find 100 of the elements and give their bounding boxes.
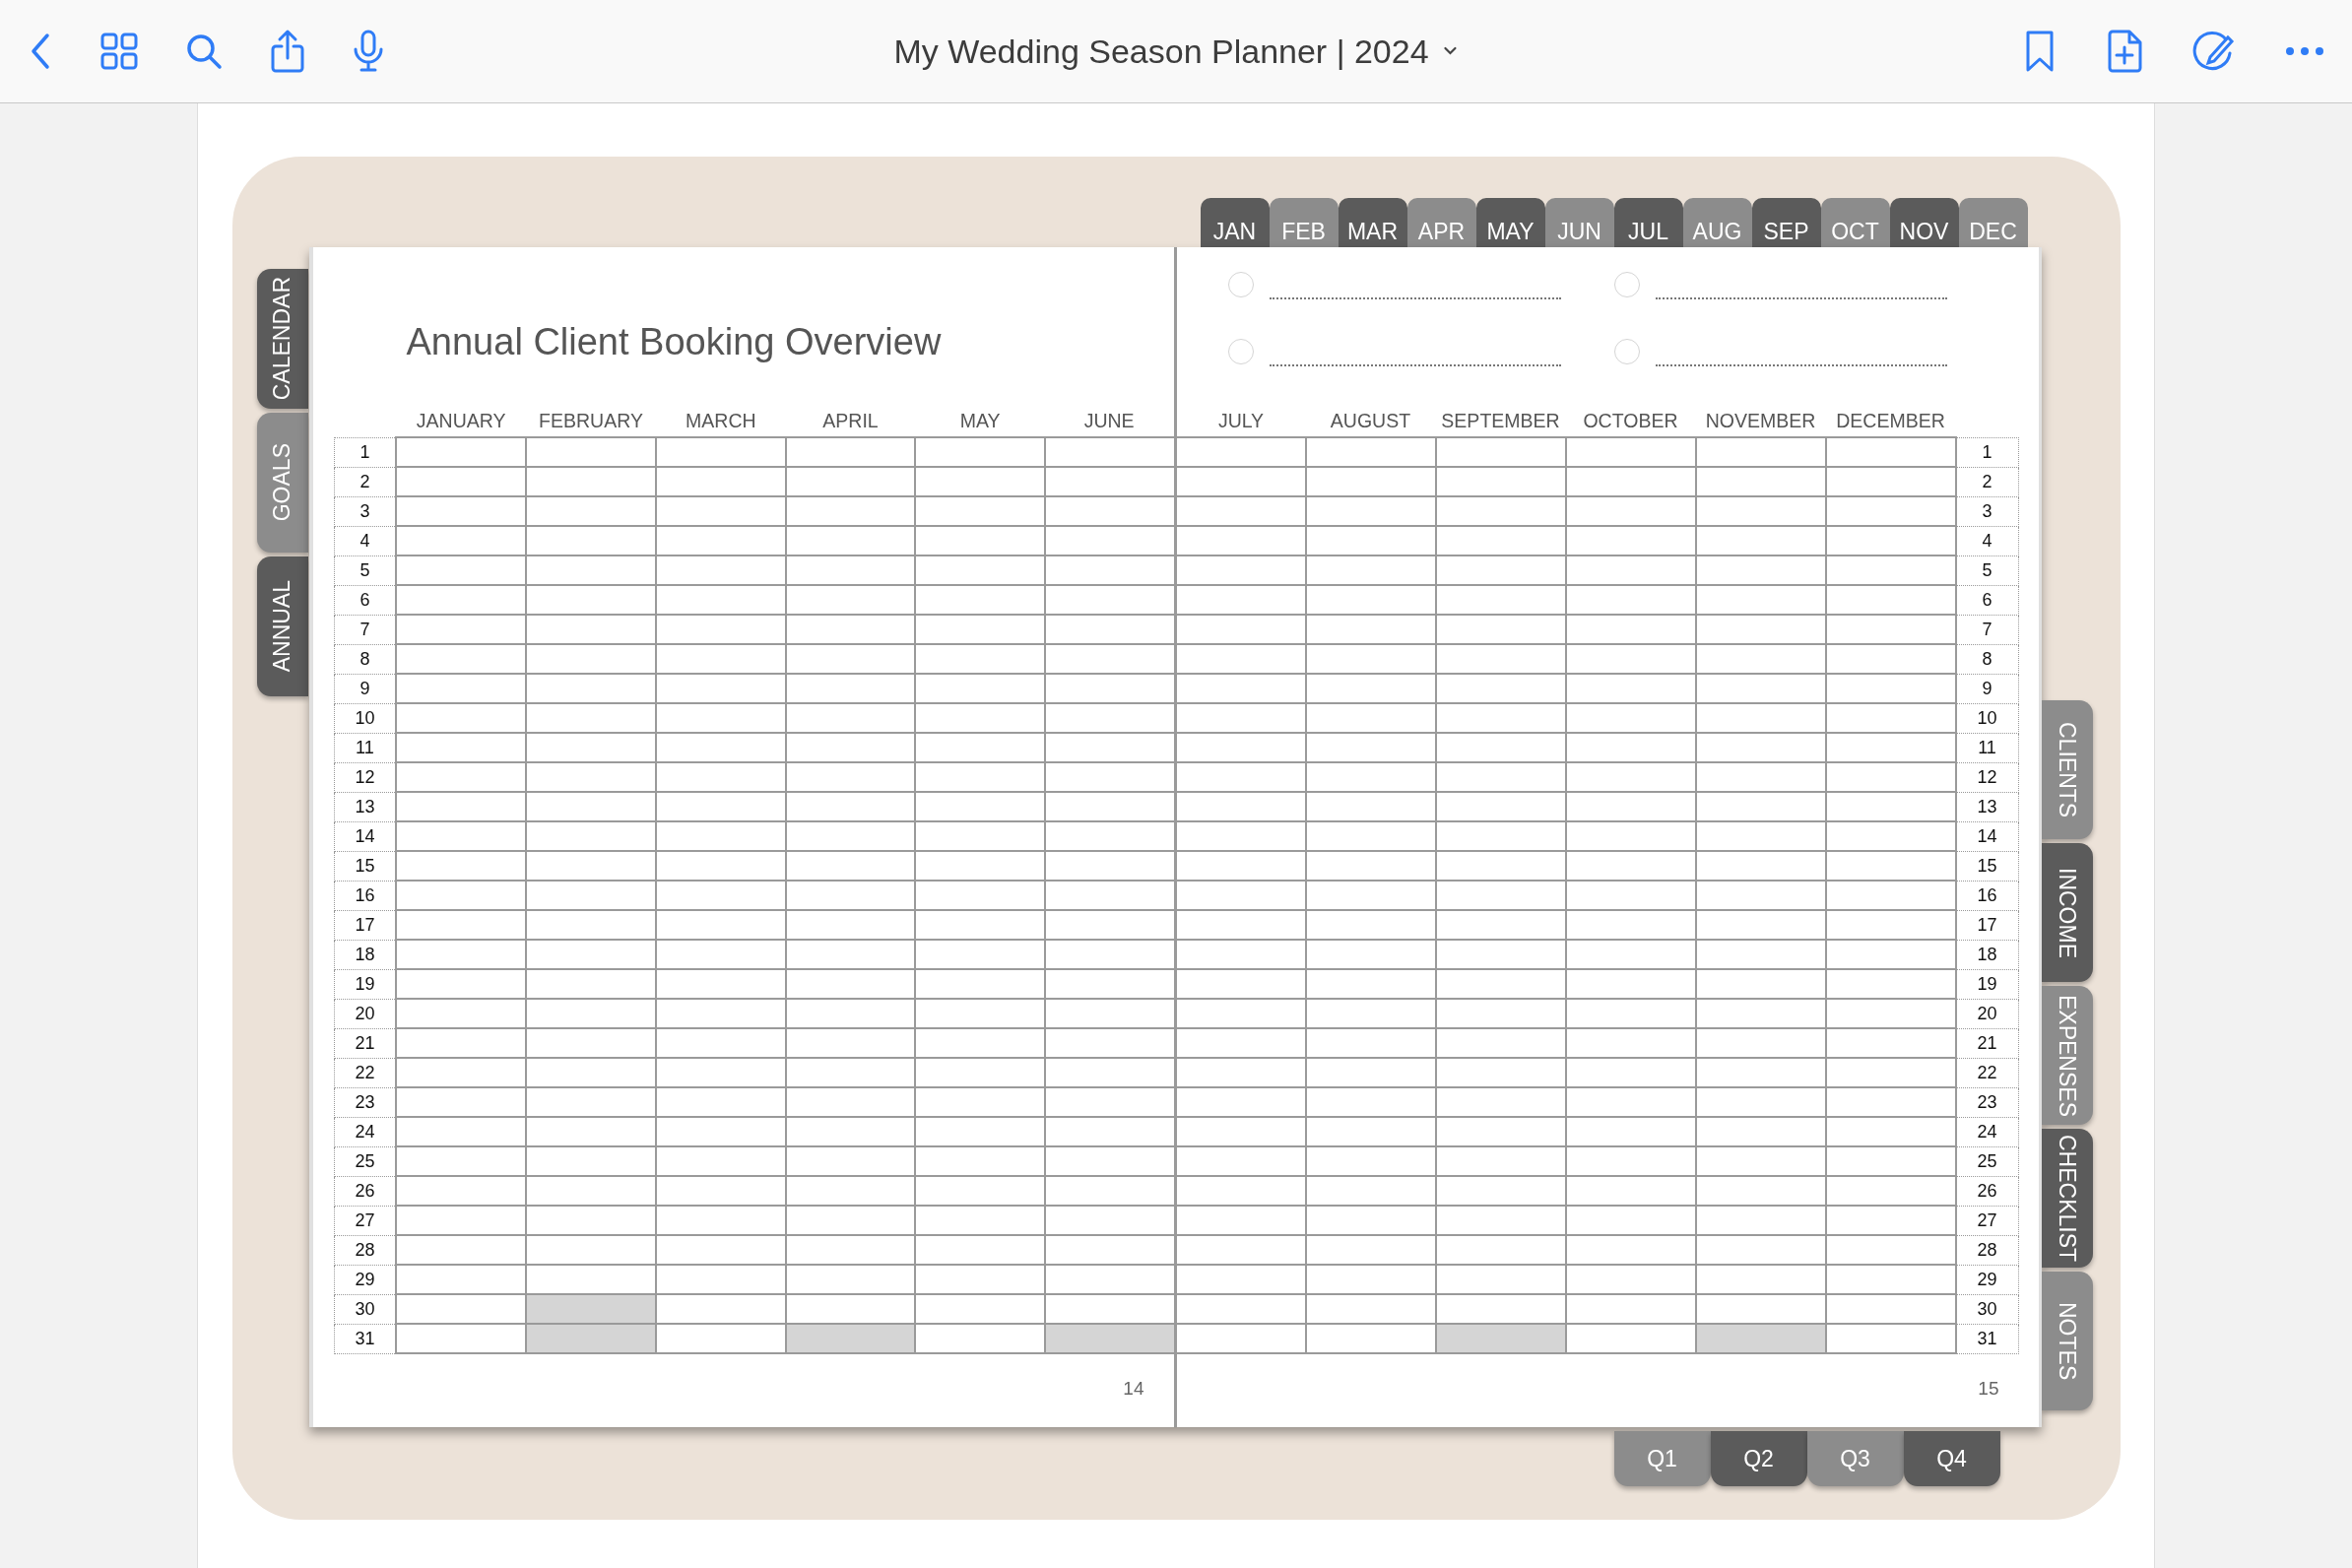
table-cell[interactable]: [785, 1265, 916, 1294]
table-cell[interactable]: [915, 733, 1045, 762]
table-cell[interactable]: [1435, 1028, 1566, 1058]
table-cell[interactable]: [1825, 555, 1956, 585]
table-cell[interactable]: [785, 1058, 916, 1087]
table-cell[interactable]: [396, 496, 527, 526]
table-cell[interactable]: [1695, 615, 1826, 644]
table-cell[interactable]: [1044, 999, 1174, 1028]
table-cell[interactable]: [1044, 1117, 1174, 1146]
table-cell[interactable]: [785, 615, 916, 644]
section-tab[interactable]: CHECKLIST: [2041, 1129, 2093, 1268]
table-cell[interactable]: [1305, 1294, 1436, 1324]
table-cell[interactable]: [1305, 437, 1436, 467]
table-cell[interactable]: [396, 1265, 527, 1294]
table-cell[interactable]: [526, 467, 656, 496]
table-cell[interactable]: [1305, 526, 1436, 555]
table-cell[interactable]: [526, 1265, 656, 1294]
table-cell[interactable]: [1305, 674, 1436, 703]
table-cell[interactable]: [1695, 1146, 1826, 1176]
table-cell[interactable]: [1565, 1087, 1696, 1117]
table-cell[interactable]: [1825, 467, 1956, 496]
table-cell[interactable]: [1565, 526, 1696, 555]
table-cell[interactable]: [1435, 821, 1566, 851]
table-cell[interactable]: [526, 821, 656, 851]
table-cell[interactable]: [1305, 1324, 1436, 1353]
table-cell[interactable]: [1825, 851, 1956, 881]
table-cell[interactable]: [1695, 585, 1826, 615]
table-cell[interactable]: [655, 437, 786, 467]
table-cell[interactable]: [1176, 467, 1306, 496]
table-cell[interactable]: [1176, 526, 1306, 555]
month-tab[interactable]: MAY: [1475, 198, 1545, 247]
table-cell[interactable]: [1044, 1028, 1174, 1058]
table-cell[interactable]: [1176, 881, 1306, 910]
table-cell[interactable]: [526, 1324, 656, 1353]
table-cell[interactable]: [1176, 1176, 1306, 1206]
table-cell[interactable]: [915, 496, 1045, 526]
table-cell[interactable]: [1435, 792, 1566, 821]
table-cell[interactable]: [1435, 1235, 1566, 1265]
table-cell[interactable]: [655, 644, 786, 674]
table-cell[interactable]: [526, 999, 656, 1028]
table-cell[interactable]: [1435, 526, 1566, 555]
table-cell[interactable]: [1695, 969, 1826, 999]
table-cell[interactable]: [1825, 526, 1956, 555]
table-cell[interactable]: [1695, 1087, 1826, 1117]
table-cell[interactable]: [785, 910, 916, 940]
table-cell[interactable]: [915, 437, 1045, 467]
table-cell[interactable]: [655, 851, 786, 881]
table-cell[interactable]: [1565, 615, 1696, 644]
table-cell[interactable]: [1435, 733, 1566, 762]
table-cell[interactable]: [526, 674, 656, 703]
table-cell[interactable]: [655, 1117, 786, 1146]
table-cell[interactable]: [1305, 762, 1436, 792]
table-cell[interactable]: [396, 674, 527, 703]
table-cell[interactable]: [1044, 851, 1174, 881]
table-cell[interactable]: [1176, 615, 1306, 644]
table-cell[interactable]: [396, 969, 527, 999]
table-cell[interactable]: [915, 821, 1045, 851]
table-cell[interactable]: [526, 792, 656, 821]
table-cell[interactable]: [1695, 1176, 1826, 1206]
table-cell[interactable]: [915, 555, 1045, 585]
table-cell[interactable]: [1176, 910, 1306, 940]
table-cell[interactable]: [655, 762, 786, 792]
document-title[interactable]: My Wedding Season Planner | 2024: [893, 32, 1459, 71]
table-cell[interactable]: [526, 585, 656, 615]
table-cell[interactable]: [1305, 733, 1436, 762]
table-cell[interactable]: [1825, 496, 1956, 526]
table-cell[interactable]: [396, 615, 527, 644]
table-cell[interactable]: [526, 881, 656, 910]
table-cell[interactable]: [915, 1324, 1045, 1353]
table-cell[interactable]: [396, 1058, 527, 1087]
table-cell[interactable]: [526, 1176, 656, 1206]
table-cell[interactable]: [655, 1324, 786, 1353]
fill-in-line[interactable]: [1269, 363, 1561, 366]
table-cell[interactable]: [1565, 437, 1696, 467]
table-cell[interactable]: [1044, 969, 1174, 999]
table-cell[interactable]: [1565, 1235, 1696, 1265]
table-cell[interactable]: [1044, 1235, 1174, 1265]
table-cell[interactable]: [396, 1087, 527, 1117]
table-cell[interactable]: [655, 615, 786, 644]
table-cell[interactable]: [1044, 496, 1174, 526]
table-cell[interactable]: [1435, 585, 1566, 615]
add-page-icon[interactable]: [2106, 29, 2143, 74]
table-cell[interactable]: [785, 1028, 916, 1058]
table-cell[interactable]: [1565, 1176, 1696, 1206]
table-cell[interactable]: [1565, 703, 1696, 733]
table-cell[interactable]: [655, 496, 786, 526]
table-cell[interactable]: [655, 703, 786, 733]
table-cell[interactable]: [655, 733, 786, 762]
table-cell[interactable]: [1305, 615, 1436, 644]
table-cell[interactable]: [785, 792, 916, 821]
table-cell[interactable]: [1695, 1117, 1826, 1146]
table-cell[interactable]: [1176, 733, 1306, 762]
table-cell[interactable]: [396, 703, 527, 733]
table-cell[interactable]: [1044, 792, 1174, 821]
table-cell[interactable]: [396, 526, 527, 555]
table-cell[interactable]: [1695, 851, 1826, 881]
table-cell[interactable]: [526, 1087, 656, 1117]
table-cell[interactable]: [1825, 792, 1956, 821]
table-cell[interactable]: [396, 792, 527, 821]
table-cell[interactable]: [1565, 999, 1696, 1028]
